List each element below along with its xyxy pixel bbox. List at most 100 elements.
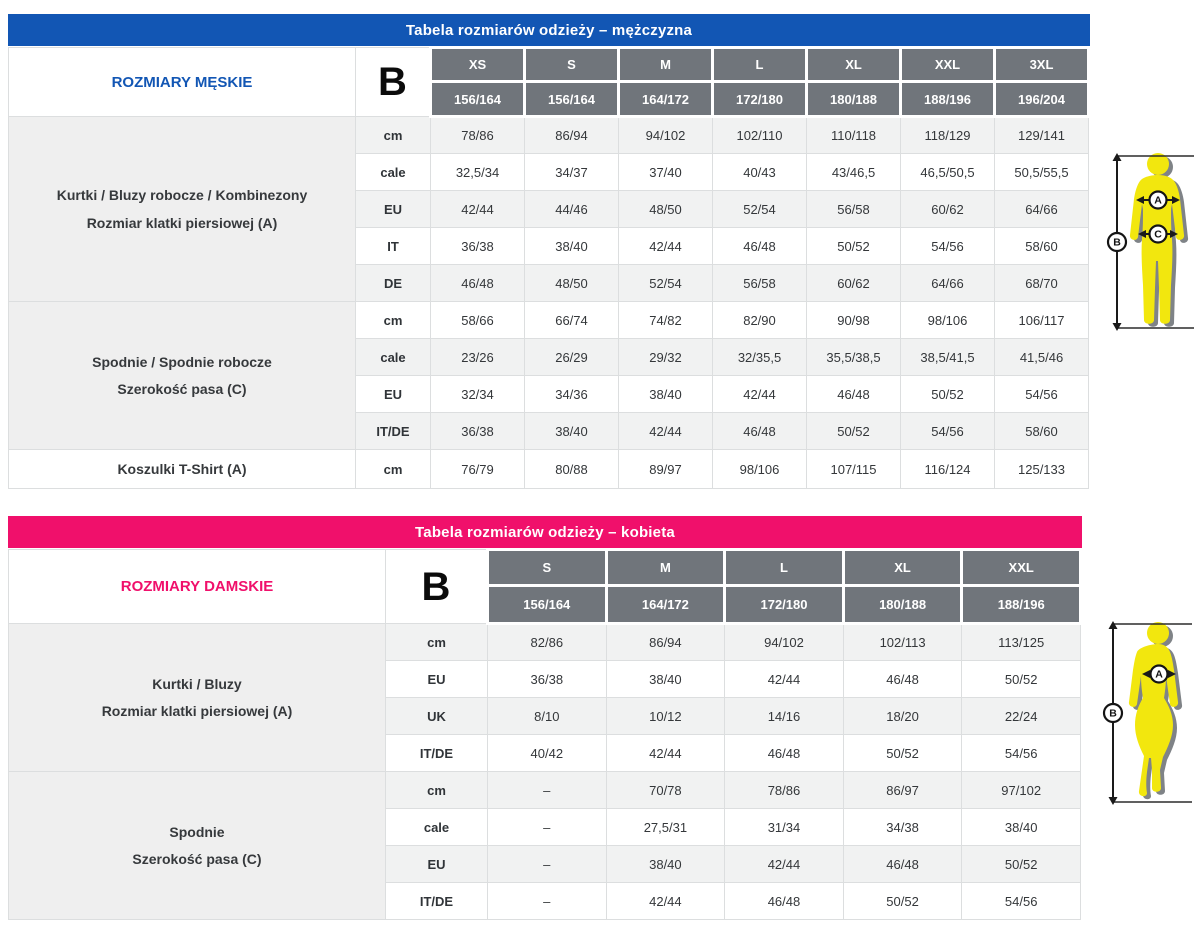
value-cell: 86/97 [842, 771, 963, 809]
value-cell: 10/12 [605, 697, 726, 735]
value-cell: 8/10 [487, 697, 607, 735]
group-label-line: Rozmiar klatki piersiowej (A) [101, 703, 293, 719]
value-cell: 38/40 [524, 412, 619, 450]
value-cell: 58/60 [994, 412, 1089, 450]
value-cell: 48/50 [524, 264, 619, 302]
value-cell: 54/56 [900, 412, 995, 450]
value-cell: 46/48 [724, 882, 844, 920]
value-cell: 46/48 [806, 375, 901, 413]
table-row: Spodnie Szerokość pasa (C) cm –70/78 78/86 86… [8, 771, 1081, 920]
size-column-header: M [617, 46, 714, 83]
value-cell: 36/38 [430, 227, 525, 265]
value-cell: 32/34 [430, 375, 525, 413]
male-waist-letter: C [1154, 229, 1162, 241]
value-cell: 64/66 [994, 190, 1089, 228]
value-cell: 38/40 [524, 227, 619, 265]
size-column-header: S [523, 46, 620, 83]
value-cell: 78/86 [430, 116, 525, 154]
value-cell: 41,5/46 [994, 338, 1089, 376]
female-measurement-figure: A B [1102, 616, 1200, 810]
value-cell: 27,5/31 [605, 808, 726, 846]
unit-cell: cale [355, 153, 431, 191]
value-cell: 14/16 [724, 697, 844, 735]
male-silhouette-icon: A C B [1106, 153, 1194, 331]
value-cell: 46/48 [842, 845, 963, 883]
value-cell: 38/40 [605, 660, 726, 698]
value-cell: 42/44 [618, 412, 713, 450]
men-table-title: Tabela rozmiarów odzieży – mężczyzna [405, 21, 693, 39]
unit-cell: UK [385, 697, 488, 735]
size-column-header: 3XL [993, 46, 1090, 83]
unit-cell: cm [355, 301, 431, 339]
value-cell: 42/44 [724, 845, 844, 883]
value-cell: 34/36 [524, 375, 619, 413]
value-cell: 54/56 [961, 882, 1081, 920]
value-cell: 38/40 [618, 375, 713, 413]
value-cell: 44/46 [524, 190, 619, 228]
value-cell: 116/124 [900, 448, 995, 490]
arrow-up-icon [1112, 153, 1122, 161]
unit-cell: cm [355, 448, 431, 490]
unit-cell: cm [385, 771, 488, 809]
height-range-header: 172/180 [711, 80, 808, 118]
group-label-cell: Koszulki T-Shirt (A) [8, 448, 356, 490]
women-size-table: ROZMIARY DAMSKIE B S M L XL XXL 156/164 164/172 1… [8, 548, 1082, 920]
table-row: Kurtki / Bluzy Rozmiar klatki piersiowej … [8, 623, 1081, 772]
value-cell: 56/58 [712, 264, 807, 302]
group-label-cell: Spodnie / Spodnie robocze Szerokość pasa … [8, 301, 356, 450]
size-column-header: L [723, 548, 845, 587]
value-cell: 86/94 [605, 623, 726, 661]
value-cell: 38/40 [605, 845, 726, 883]
value-cell: 98/106 [712, 448, 807, 490]
value-cell: 68/70 [994, 264, 1089, 302]
value-cell: – [487, 808, 607, 846]
value-cell: 36/38 [430, 412, 525, 450]
value-cell: 42/44 [724, 660, 844, 698]
value-cell: 107/115 [806, 448, 901, 490]
value-cell: 40/42 [487, 734, 607, 772]
value-cell: 97/102 [961, 771, 1081, 809]
height-range-header: 180/188 [841, 584, 964, 625]
value-cell: 31/34 [724, 808, 844, 846]
women-table-title-bar: Tabela rozmiarów odzieży – kobieta [8, 516, 1082, 548]
value-cell: 32,5/34 [430, 153, 525, 191]
group-label-cell: Kurtki / Bluzy Rozmiar klatki piersiowej … [8, 623, 386, 772]
value-cell: 82/90 [712, 301, 807, 339]
unit-cell: cm [385, 623, 488, 661]
value-cell: 94/102 [724, 623, 844, 661]
value-cell: 102/113 [842, 623, 963, 661]
value-cell: 50/52 [900, 375, 995, 413]
value-cell: – [487, 845, 607, 883]
value-cell: 58/60 [994, 227, 1089, 265]
value-cell: – [487, 882, 607, 920]
value-cell: 38,5/41,5 [900, 338, 995, 376]
value-cell: 50/52 [961, 660, 1081, 698]
value-cell: 37/40 [618, 153, 713, 191]
value-cell: 50/52 [806, 227, 901, 265]
value-cell: 46/48 [712, 227, 807, 265]
unit-cell: EU [385, 845, 488, 883]
group-label-line: Spodnie / Spodnie robocze [92, 353, 272, 370]
value-cell: 80/88 [524, 448, 619, 490]
value-cell: 50/52 [842, 882, 963, 920]
unit-cell: cm [355, 116, 431, 154]
value-cell: 94/102 [618, 116, 713, 154]
value-cell: 113/125 [961, 623, 1081, 661]
size-chart-page: Tabela rozmiarów odzieży – mężczyzna ROZ… [0, 0, 1200, 926]
value-cell: 42/44 [605, 734, 726, 772]
value-cell: 78/86 [724, 771, 844, 809]
size-column-header: XL [805, 46, 902, 83]
unit-cell: EU [385, 660, 488, 698]
male-measurement-figure: A C B [1106, 148, 1200, 336]
value-cell: 50/52 [842, 734, 963, 772]
value-cell: 42/44 [712, 375, 807, 413]
group-label-cell: Kurtki / Bluzy robocze / Kombinezony Rozm… [8, 116, 356, 302]
size-column-header: XL [841, 548, 964, 587]
value-cell: 60/62 [806, 264, 901, 302]
arrow-up-icon [1108, 621, 1118, 629]
value-cell: 66/74 [524, 301, 619, 339]
group-label-line: Kurtki / Bluzy [152, 675, 242, 692]
value-cell: 50,5/55,5 [994, 153, 1089, 191]
unit-cell: IT/DE [355, 412, 431, 450]
value-cell: 82/86 [487, 623, 607, 661]
